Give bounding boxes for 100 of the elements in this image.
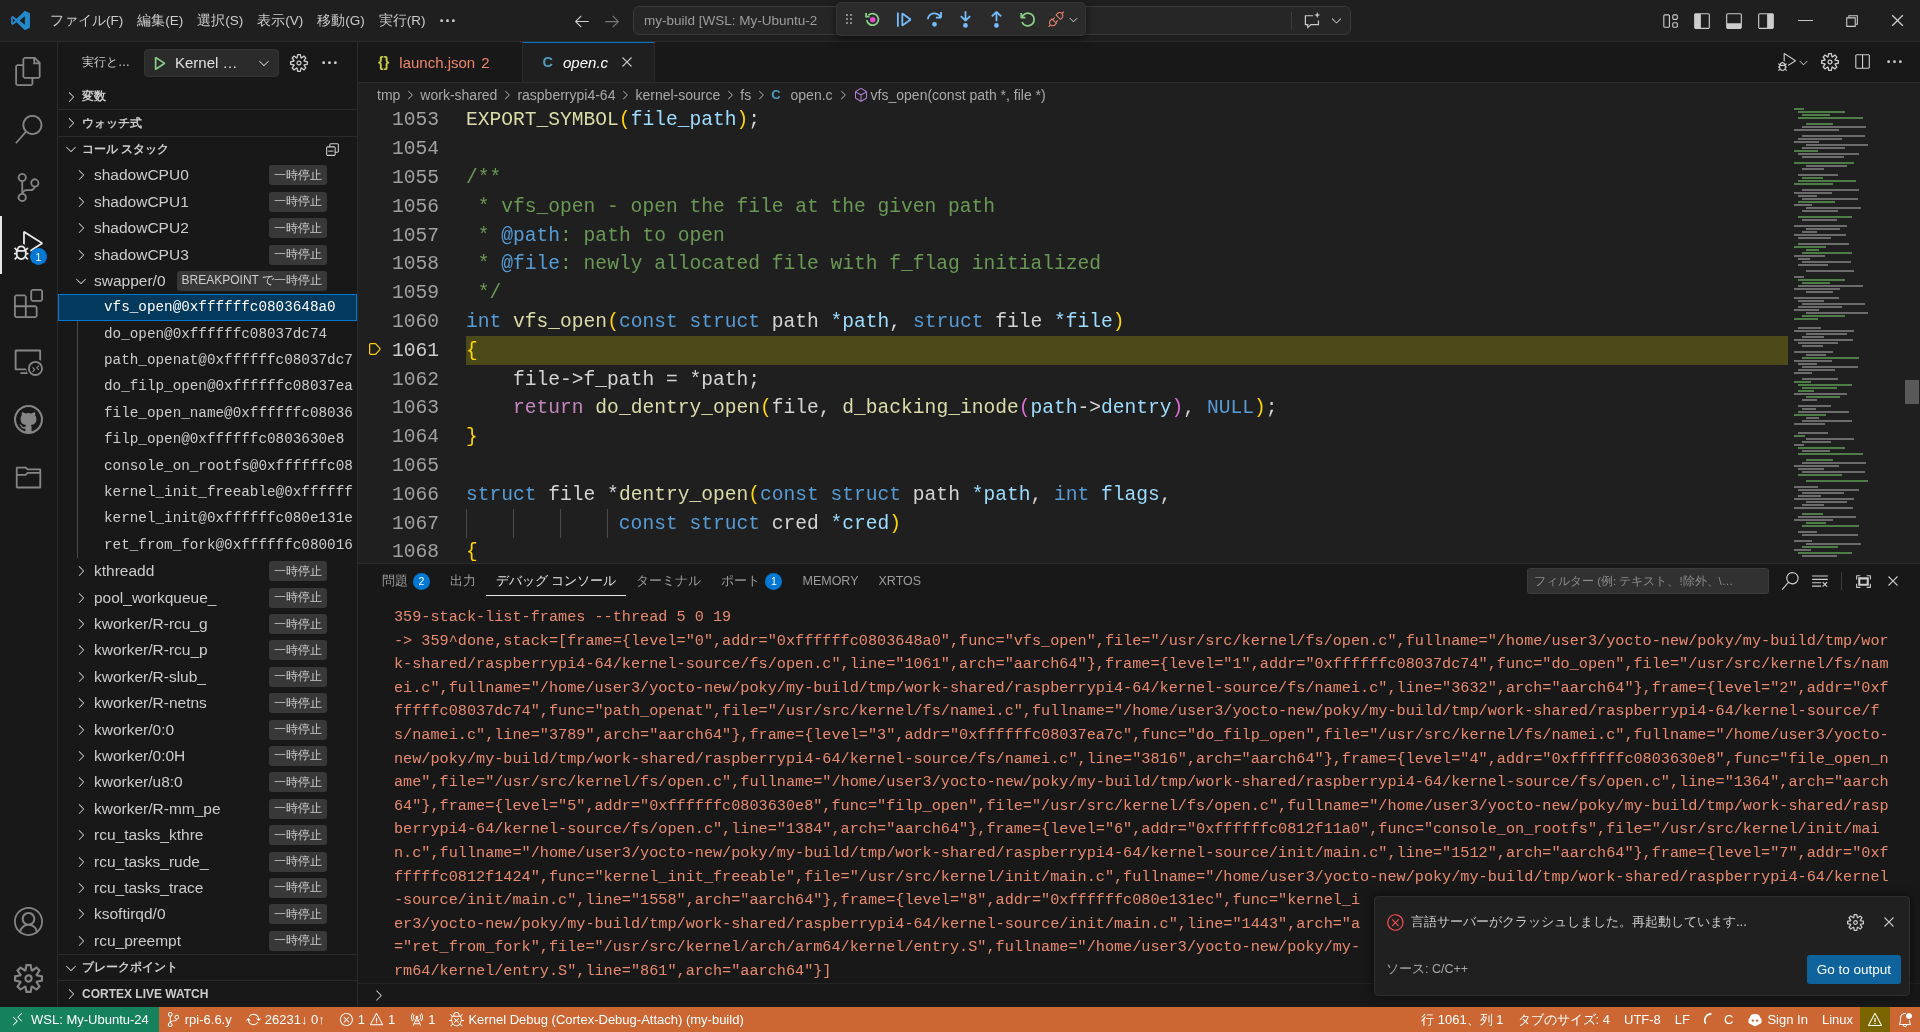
section-header[interactable]: CORTEX LIVE WATCH (58, 980, 357, 1007)
console-line: -source/init/main.c",line="1558",arch="aarch64"},frame={level="8",addr="0xffffffc080e131ec",func="kernel_i (394, 890, 1361, 912)
line-number: 1064 (392, 426, 436, 449)
eol-item[interactable]: LF (1667, 1007, 1698, 1032)
minimize-icon (1797, 19, 1813, 22)
line-number: 1058 (392, 253, 436, 276)
count-badge: 1 (30, 248, 47, 265)
thread-name[interactable]: rcu_preempt (94, 931, 181, 950)
sidebar-right-icon (1757, 11, 1775, 30)
thread-name[interactable]: kworker/R-netns (94, 694, 207, 713)
thread-name[interactable]: kthreadd (94, 562, 155, 581)
activity-bar-item[interactable]: 1 (0, 216, 57, 274)
thread-name[interactable]: rcu_tasks_trace (94, 878, 204, 897)
go-to-output-button[interactable]: Go to output (1806, 954, 1901, 984)
stack-frame-item[interactable]: file_open_name@0xffffffc08036 (58, 399, 357, 427)
thread-name[interactable]: kworker/0:0H (94, 746, 186, 765)
panel-tab[interactable]: 出力 (440, 566, 486, 596)
status-badge: 一時停止 (269, 851, 327, 872)
thread-name[interactable]: kworker/R-rcu_g (94, 615, 208, 633)
breadcrumb-item[interactable]: vfs_open(const path *, file *) (852, 86, 1046, 103)
cursor-position-item[interactable]: 行 1061、列 1 (1414, 1007, 1511, 1032)
debug-session-item[interactable]: Kernel Debug (Cortex-Debug-Attach) (my-build) (442, 1007, 751, 1032)
scrollbar-thumb[interactable] (1905, 380, 1919, 404)
section-header[interactable]: ウォッチ式 (58, 109, 357, 136)
console-line: s/namei.c",line="3789",arch="aarch64"},frame={level="3",addr="0xffffffc08037ea7c",func="do_filp_open",file="/usr/src/kernel/fs/namei.c",fullname="/home/user3/yocto- (394, 724, 1889, 746)
thread-name[interactable]: swapper/0 (94, 271, 166, 290)
menu-item[interactable]: 表示(V) (250, 7, 311, 34)
thread-name[interactable]: kworker/R-rcu_p (94, 641, 208, 660)
menu-item[interactable]: 編集(E) (130, 7, 191, 34)
notification-message: 言語サーバーがクラッシュしました。再起動しています... (1411, 913, 1747, 931)
thread-name[interactable]: shadowCPU2 (94, 219, 189, 238)
breadcrumb-item[interactable]: raspberrypi4-64 (517, 86, 616, 103)
sync-item[interactable]: 26231↓ 0↑ (238, 1007, 332, 1032)
stack-frame-item[interactable]: ret_from_fork@0xffffffc080016 (58, 531, 357, 559)
launch-config-select[interactable]: Kernel … (173, 49, 278, 76)
remote-indicator[interactable]: WSL: My-Ubuntu-24 (0, 1007, 159, 1032)
breadcrumb-item[interactable]: kernel-source (635, 86, 721, 103)
panel-tab[interactable]: MEMORY (792, 566, 869, 596)
ellipsis-icon (321, 60, 337, 65)
menu-item[interactable]: 実行(R) (371, 7, 433, 34)
breadcrumb-item[interactable]: fs (740, 86, 752, 103)
warning-status-button[interactable] (1860, 1007, 1890, 1032)
stack-frame-item[interactable]: vfs_open@0xffffffc0803648a0 (58, 294, 357, 321)
panel-tab[interactable]: ターミナル (626, 566, 712, 596)
sidebar-title: 実行と… (82, 54, 131, 71)
menu-item[interactable]: ファイル(F) (43, 7, 131, 34)
thread-name[interactable]: rcu_tasks_rude_ (94, 852, 209, 871)
section-header[interactable]: ブレークポイント (58, 953, 357, 981)
panel-tab[interactable]: デバッグ コンソール (486, 566, 627, 596)
breadcrumb-item[interactable]: work-shared (420, 86, 498, 103)
stack-frame-item[interactable]: do_filp_open@0xffffffc08037ea (58, 373, 357, 400)
thread-name[interactable]: pool_workqueue_ (94, 588, 217, 607)
line-number: 1053 (392, 109, 436, 132)
thread-name[interactable]: kworker/0:0 (94, 720, 175, 739)
stack-frame-item[interactable]: do_open@0xffffffc08037dc74 (58, 320, 357, 347)
continue-icon (894, 9, 913, 29)
section-header[interactable]: 変数 (58, 83, 357, 110)
status-badge: 一時停止 (269, 165, 327, 186)
thread-name[interactable]: shadowCPU0 (94, 166, 189, 185)
chat-sparkle-icon (1302, 11, 1322, 30)
code-line: /** (466, 167, 502, 189)
code-line: EXPORT_SYMBOL(file_path); (466, 109, 760, 132)
filter-field[interactable]: フィルター (例: テキスト、!除外、\… (1527, 568, 1769, 594)
problems-item[interactable]: 1 1 (331, 1007, 403, 1032)
panel-tab[interactable]: ポート 1 (711, 566, 793, 596)
console-line: ei.c",fullname="/home/user3/yocto-new/poky/my-build/tmp/work-shared/raspberrypi4-64/kernel-source/fs/namei.c",line="3632",arch="aarch64"},frame={level="2",addr="0xf (394, 677, 1889, 699)
panel-tab[interactable]: XRTOS (868, 566, 932, 596)
thread-name[interactable]: kworker/R-mm_pe (94, 799, 221, 818)
account-icon (14, 907, 43, 936)
file-type-icon: C (771, 87, 781, 102)
branch-item[interactable]: rpi-6.6.y (158, 1007, 239, 1032)
clear-all-icon (1811, 572, 1829, 590)
stack-frame-item[interactable]: kernel_init@0xffffffc080e131e (58, 505, 357, 532)
code-line: { (466, 541, 478, 563)
thread-name[interactable]: shadowCPU3 (94, 245, 189, 264)
platform-item[interactable]: Linux (1814, 1007, 1860, 1032)
breadcrumb-item[interactable]: tmp (377, 86, 401, 103)
thread-name[interactable]: shadowCPU1 (94, 192, 189, 211)
error-count: 1 (357, 1012, 365, 1027)
stack-frame-item[interactable]: path_openat@0xffffffc08037dc7 (58, 346, 357, 374)
stack-frame-item[interactable]: console_on_rootfs@0xffffffc08 (58, 452, 357, 479)
thread-name[interactable]: kworker/u8:0 (94, 773, 183, 792)
thread-name[interactable]: rcu_tasks_kthre (94, 826, 204, 845)
code-line: } (466, 426, 478, 449)
tab-size-item[interactable]: タブのサイズ: 4 (1510, 1007, 1617, 1032)
bug-play-icon (14, 230, 43, 260)
thread-name[interactable]: ksoftirqd/0 (94, 905, 166, 924)
ports-item[interactable]: 1 (402, 1007, 443, 1032)
stack-frame-item[interactable]: filp_open@0xffffffc0803630e8 (58, 426, 357, 453)
stack-frame-item[interactable]: kernel_init_freeable@0xffffff (58, 478, 357, 506)
thread-name[interactable]: kworker/R-slub_ (94, 667, 206, 686)
menu-item[interactable]: 選択(S) (190, 7, 251, 34)
encoding-item[interactable]: UTF-8 (1617, 1007, 1668, 1032)
breadcrumb-item[interactable]: C open.c (771, 86, 833, 103)
language-item[interactable]: C (1697, 1007, 1741, 1032)
editor-tab[interactable]: C open.c (522, 42, 656, 82)
section-header[interactable]: コール スタック (58, 135, 357, 163)
panel-tab[interactable]: 問題 2 (372, 566, 440, 596)
sign-in-item[interactable]: Sign In (1740, 1007, 1815, 1032)
menu-item[interactable]: 移動(G) (310, 7, 372, 34)
